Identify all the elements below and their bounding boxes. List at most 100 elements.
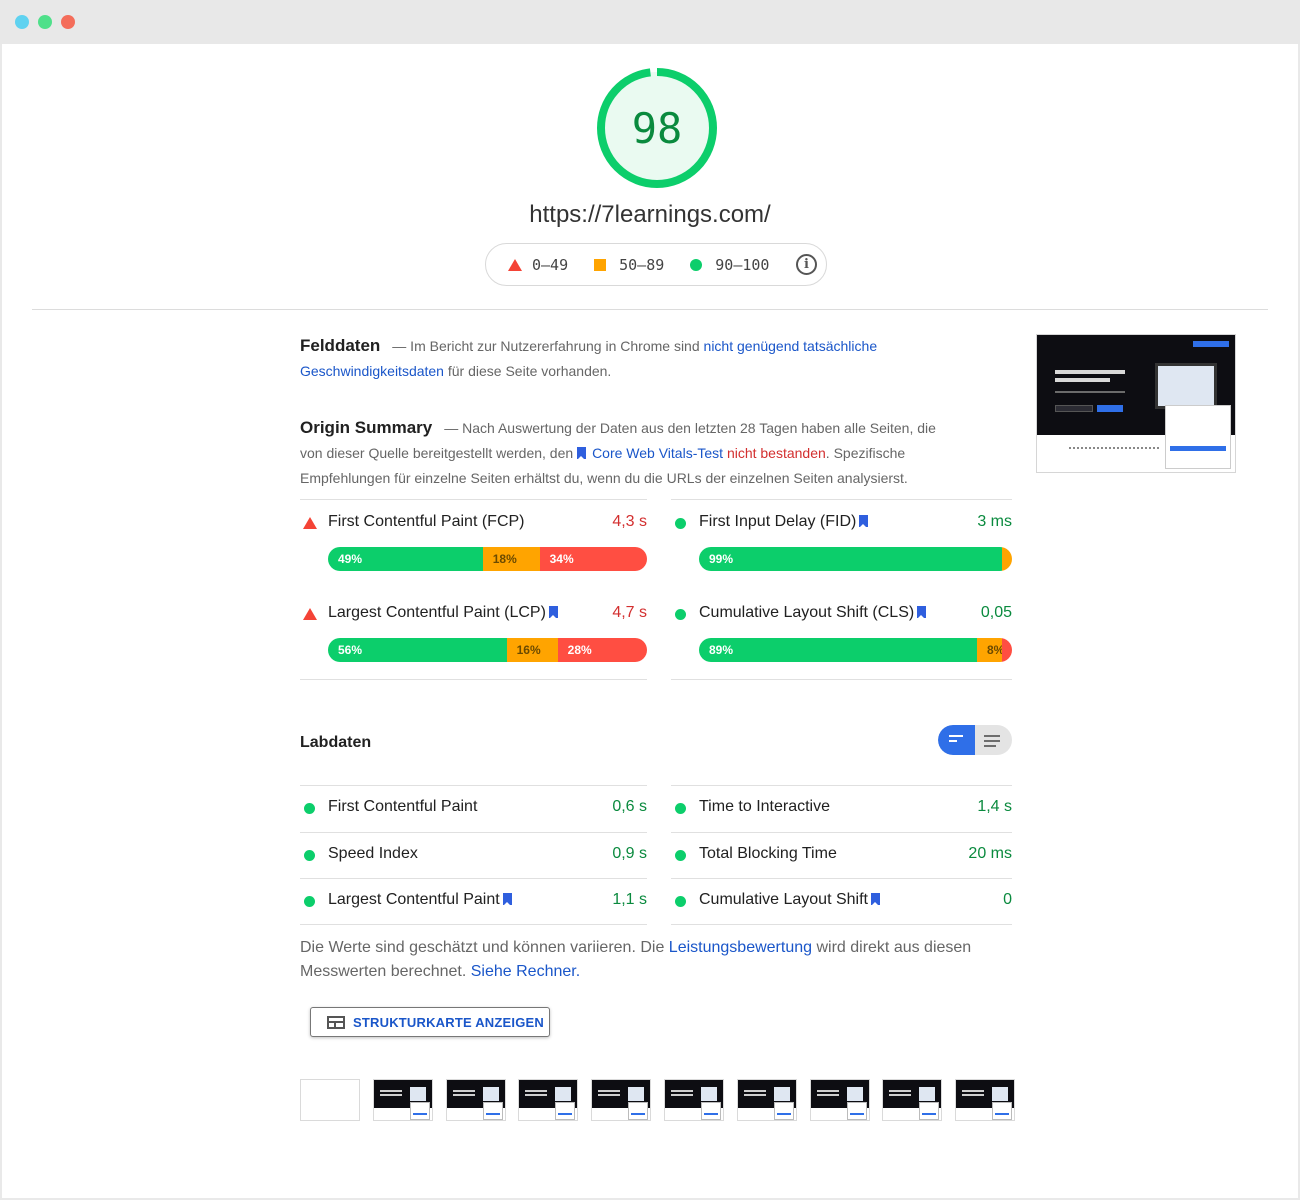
window-control-dot[interactable] (15, 15, 29, 29)
legend-fail: 0–49 (508, 256, 568, 274)
core-web-vitals-link[interactable]: Core Web Vitals-Test (592, 445, 723, 461)
circle-icon (675, 849, 686, 861)
circle-icon (675, 609, 686, 620)
filmstrip-frame[interactable] (664, 1079, 724, 1121)
info-icon[interactable]: i (796, 254, 817, 275)
filmstrip-frame[interactable] (591, 1079, 652, 1121)
lab-metric-row: Time to Interactive 1,4 s (671, 785, 1012, 831)
distribution-bar: 49% 18% 34% (328, 547, 647, 571)
circle-icon (304, 803, 315, 814)
frame-text (743, 1090, 766, 1092)
estimate-note: Die Werte sind geschätzt und können vari… (300, 936, 990, 984)
screenshot-logos (1069, 447, 1159, 453)
circle-icon (675, 896, 686, 907)
frame-laptop (482, 1087, 499, 1101)
frame-laptop (846, 1087, 863, 1101)
filmstrip-frame[interactable] (372, 1079, 433, 1121)
divider (671, 923, 1012, 925)
performance-score-link[interactable]: Leistungsbewertung (669, 939, 812, 956)
view-treemap-button[interactable]: STRUKTURKARTE ANZEIGEN (310, 1007, 550, 1037)
divider (300, 679, 647, 680)
frame-popup (919, 1102, 940, 1120)
calculator-link[interactable]: Siehe Rechner. (471, 963, 580, 980)
tested-url: https://7learnings.com/ (529, 201, 771, 228)
legend-average-label: 50–89 (619, 255, 665, 274)
screenshot-laptop (1155, 363, 1217, 409)
field-data-text: — Im Bericht zur Nutzererfahrung in Chro… (392, 338, 704, 354)
score-value: 98 (631, 103, 683, 153)
field-data-text-end: für diese Seite vorhanden. (443, 363, 612, 379)
distribution-average: 18% (482, 547, 540, 571)
metric-name: First Input Delay (FID) (699, 513, 869, 531)
window-control-dot[interactable] (61, 15, 75, 29)
lab-data-heading: Labdaten (300, 734, 372, 751)
frame-laptop (919, 1087, 936, 1101)
legend-fail-label: 0–49 (532, 255, 569, 274)
filmstrip-frame[interactable] (518, 1079, 579, 1121)
metric-name: Total Blocking Time (699, 844, 837, 862)
distribution-good: 49% (328, 547, 483, 571)
distribution-average: 1% (1002, 547, 1012, 571)
filmstrip-frame[interactable] (300, 1079, 360, 1121)
distribution-poor: 28% (557, 638, 647, 662)
metric-value: 0,6 s (612, 798, 647, 815)
filmstrip-frame[interactable] (445, 1079, 506, 1121)
distribution-bar: 99%1% (699, 547, 1012, 571)
frame-text (816, 1090, 839, 1092)
square-icon (594, 258, 607, 271)
distribution-average: 8% (976, 638, 1004, 662)
triangle-icon (303, 608, 317, 620)
frame-laptop (773, 1087, 790, 1101)
legend-pass: 90–100 (690, 256, 769, 274)
distribution-good: 89% (699, 638, 977, 662)
metric-name: Cumulative Layout Shift (699, 891, 880, 909)
origin-metrics-left: First Contentful Paint (FCP) 4,3 s 49% 18% 3… (300, 499, 647, 681)
metric-view-toggle[interactable] (938, 725, 1012, 755)
frame-popup (773, 1102, 794, 1120)
metric-value: 1,1 s (612, 891, 647, 908)
filmstrip-frame[interactable] (736, 1079, 797, 1121)
frame-popup (992, 1102, 1013, 1120)
distribution-average: 16% (506, 638, 558, 662)
frame-text (379, 1090, 402, 1092)
frame-popup (409, 1102, 430, 1120)
frame-popup (701, 1102, 721, 1120)
circle-icon (675, 803, 686, 814)
frame-popup (628, 1102, 649, 1120)
metric-value: 0,05 (980, 604, 1012, 621)
field-data-heading: Felddaten (300, 336, 381, 355)
lab-metric-row: Largest Contentful Paint 1,1 s (300, 878, 647, 924)
note-text: Die Werte sind geschätzt und können vari… (300, 939, 669, 956)
treemap-icon (327, 1015, 345, 1029)
lab-metric-row: Cumulative Layout Shift 0 (671, 878, 1012, 924)
filmstrip-frame[interactable] (882, 1079, 943, 1121)
distribution-poor: 34% (539, 547, 647, 571)
compact-list-icon (949, 735, 963, 745)
window-control-dot[interactable] (38, 15, 52, 29)
screenshot-text (1055, 391, 1125, 393)
frame-laptop (409, 1087, 426, 1101)
metric-name: Speed Index (328, 844, 418, 862)
screenshot-cookie-popup (1165, 405, 1231, 469)
circle-icon (304, 849, 315, 861)
filmstrip-frame[interactable] (809, 1079, 870, 1121)
expanded-list-icon (984, 735, 1000, 750)
toggle-compact-view[interactable] (938, 725, 975, 755)
origin-metric-row: First Input Delay (FID) 3 ms 99%1% (671, 499, 1012, 590)
metric-name: Largest Contentful Paint (328, 891, 512, 909)
metric-name: Time to Interactive (699, 798, 831, 815)
screenshot-headline (1055, 370, 1125, 374)
screenshot-input (1055, 405, 1093, 412)
final-screenshot[interactable] (1036, 334, 1236, 473)
frame-text (525, 1090, 548, 1092)
report-page: 98 https://7learnings.com/ 0–49 50–89 90… (2, 44, 1298, 1198)
origin-metric-row: First Contentful Paint (FCP) 4,3 s 49% 18% 3… (300, 499, 647, 590)
filmstrip-frame[interactable] (955, 1079, 1016, 1121)
metric-value: 1,4 s (977, 798, 1012, 815)
bookmark-icon (577, 447, 587, 460)
screenshot-nav-button (1193, 341, 1229, 347)
divider (671, 679, 1012, 680)
circle-icon (304, 896, 315, 907)
metric-name: First Contentful Paint (328, 798, 478, 815)
distribution-good: 99% (699, 547, 1002, 571)
